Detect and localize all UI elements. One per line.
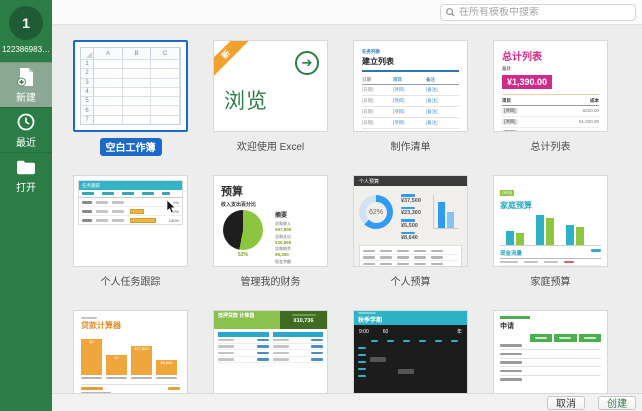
bar-chart: [433, 195, 459, 229]
bar-chart: [500, 214, 601, 246]
template-caption: 管理我的财务: [241, 273, 301, 288]
sidebar-item-open[interactable]: 打开: [0, 152, 52, 197]
sidebar-item-label: 打开: [16, 179, 36, 194]
select-all-corner: [81, 48, 94, 59]
dialog-footer: 取消 创建: [52, 393, 642, 411]
sidebar-item-new[interactable]: 新建: [0, 62, 52, 107]
template-make-list[interactable]: 任务列表 建立列表 日期 项目 备注 [日期][项目][备注] [日期][项目]…: [353, 40, 468, 132]
browse-title: 浏览: [224, 85, 268, 115]
mouse-cursor: [166, 200, 176, 219]
bar-chart: 40 22 ¥17,840 ¥5,840: [81, 335, 180, 375]
new-document-icon: [16, 67, 36, 87]
template-search-box[interactable]: [440, 4, 636, 21]
template-manage-finances[interactable]: 预算 收入支出百分比 53% 摘要 总和收入 ¥57,50: [213, 175, 328, 267]
account-avatar[interactable]: 1: [9, 6, 43, 40]
template-caption: 个人预算: [391, 273, 431, 288]
template-mortgage-calculator[interactable]: 抵押贷款 计算器 ¥10,736: [213, 310, 328, 393]
sidebar: 1 122386983… 新建 最近 打开: [0, 0, 52, 411]
total-value: ¥1,390.00: [502, 75, 552, 89]
sidebar-item-recent[interactable]: 最近: [0, 107, 52, 152]
folder-icon: [16, 157, 36, 177]
template-family-budget[interactable]: [年份] 家庭预算 现金流量 每月收入: [493, 175, 608, 267]
top-bar: [52, 0, 642, 25]
sidebar-item-label: 新建: [16, 89, 36, 104]
template-gallery-window: 1 122386983… 新建 最近 打开: [0, 0, 642, 411]
template-caption: 制作清单: [391, 138, 431, 153]
arrow-circle-icon: ➔: [295, 51, 319, 75]
spreadsheet-preview: A B C 1 2 3 4 5 6 7: [80, 47, 181, 125]
template-blank-workbook[interactable]: A B C 1 2 3 4 5 6 7: [73, 40, 188, 132]
clock-icon: [16, 112, 36, 132]
new-ribbon: 新: [213, 40, 250, 78]
search-input[interactable]: [459, 7, 630, 18]
create-button[interactable]: 创建: [598, 396, 636, 410]
template-caption: 空白工作簿: [100, 138, 162, 156]
donut-chart: 62%: [359, 195, 393, 229]
account-username: 122386983…: [2, 45, 50, 54]
template-total-list[interactable]: 总计列表 总计 ¥1,390.00 项目成本 [项目]¥220.00 [项目]¥…: [493, 40, 608, 132]
template-personal-budget[interactable]: 个人预算 62% ¥37,500 ¥23,360 ¥5,500 ¥8,640: [353, 175, 468, 267]
template-caption: 欢迎使用 Excel: [237, 138, 304, 153]
template-caption: 个人任务跟踪: [101, 273, 161, 288]
template-grid-area: A B C 1 2 3 4 5 6 7 空: [52, 25, 642, 393]
sidebar-item-label: 最近: [16, 134, 36, 149]
template-task-tracker[interactable]: 任务跟踪 0% 50% 100%: [73, 175, 188, 267]
search-icon: [446, 8, 455, 17]
template-loan-calculator[interactable]: 贷款计算器 40 22 ¥17,840 ¥5,840: [73, 310, 188, 393]
pie-chart: [223, 210, 263, 250]
cancel-button[interactable]: 取消: [547, 396, 585, 410]
template-application-form[interactable]: 申请: [493, 310, 608, 393]
template-caption: 总计列表: [531, 138, 571, 153]
template-semester-schedule[interactable]: 秋季学期 9:00 60 年: [353, 310, 468, 393]
main-panel: A B C 1 2 3 4 5 6 7 空: [52, 0, 642, 411]
template-caption: 家庭预算: [531, 273, 571, 288]
template-welcome-excel[interactable]: 新 浏览 ➔: [213, 40, 328, 132]
